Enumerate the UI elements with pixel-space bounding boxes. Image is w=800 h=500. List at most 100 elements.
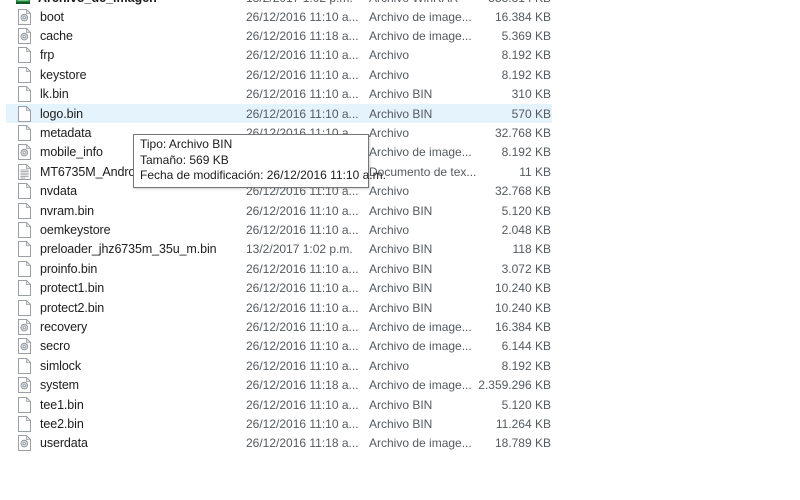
disc-image-icon <box>16 338 32 355</box>
file-date: 26/12/2016 11:10 a... <box>246 339 359 354</box>
table-row[interactable]: oemkeystore 26/12/2016 11:10 a... Archivo 2… <box>0 220 800 239</box>
tooltip-modified-line: Fecha de modificación: 26/12/2016 11:10 … <box>140 168 386 183</box>
table-row[interactable]: system 26/12/2016 11:18 a... Archivo de im… <box>0 375 800 394</box>
blank-file-icon <box>16 415 32 432</box>
file-size: 18.789 KB <box>494 436 551 451</box>
file-size: 11.264 KB <box>495 416 551 431</box>
file-name: tee2.bin <box>40 416 84 431</box>
file-name: secro <box>40 339 71 354</box>
table-row[interactable]: tee2.bin 26/12/2016 11:10 a... Archivo BIN… <box>0 414 800 433</box>
file-name: oemkeystore <box>40 222 111 237</box>
table-row[interactable]: userdata 26/12/2016 11:18 a... Archivo de … <box>0 434 800 453</box>
file-name: metadata <box>40 126 92 141</box>
file-size: 118 KB <box>512 242 551 257</box>
table-row[interactable]: tee1.bin 26/12/2016 11:10 a... Archivo BIN… <box>0 395 800 414</box>
disc-image-icon <box>16 8 32 25</box>
file-explorer-window: Archivo_de_imagen 13/2/2017 1:02 p.m. Ar… <box>0 0 800 500</box>
table-row[interactable]: logo.bin 26/12/2016 11:10 a... Archivo BIN… <box>0 103 800 124</box>
blank-file-icon <box>16 66 32 83</box>
blank-file-icon <box>16 280 32 297</box>
file-name: proinfo.bin <box>40 261 98 276</box>
table-row[interactable]: preloader_jhz6735m_35u_m.bin 13/2/2017 1:… <box>0 240 800 259</box>
file-size: 570 KB <box>511 106 551 121</box>
file-date: 26/12/2016 11:18 a... <box>246 378 359 393</box>
blank-file-icon <box>16 396 32 413</box>
file-date: 26/12/2016 11:10 a... <box>246 48 359 63</box>
file-size: 11 KB <box>519 164 551 179</box>
file-date: 26/12/2016 11:10 a... <box>246 106 359 121</box>
file-size: 310 KB <box>511 87 551 102</box>
disc-image-icon <box>16 318 32 335</box>
disc-image-icon <box>16 377 32 394</box>
table-row[interactable]: metadata26/12/2016 11:10 a...Archivo32.7… <box>0 123 800 142</box>
file-date: 26/12/2016 11:18 a... <box>246 29 359 44</box>
file-date: 13/2/2017 1:02 p.m. <box>246 242 353 257</box>
file-name: simlock <box>40 358 81 373</box>
file-type: Archivo <box>369 48 410 63</box>
file-date: 26/12/2016 11:10 a... <box>246 300 359 315</box>
file-date: 26/12/2016 11:10 a... <box>246 203 359 218</box>
file-date: 26/12/2016 11:18 a... <box>246 436 359 451</box>
tooltip-size-line: Tamaño: 569 KB <box>140 152 229 167</box>
blank-file-icon <box>16 183 32 200</box>
file-date: 26/12/2016 11:10 a... <box>246 9 359 24</box>
file-list[interactable]: boot 26/12/2016 11:10 a... Archivo de imag… <box>0 0 800 453</box>
blank-file-icon <box>16 202 32 219</box>
file-date: 26/12/2016 11:10 a... <box>246 319 359 334</box>
blank-file-icon <box>16 357 32 374</box>
table-row[interactable]: keystore 26/12/2016 11:10 a... Archivo 8.19… <box>0 65 800 84</box>
table-row[interactable]: frp 26/12/2016 11:10 a... Archivo 8.192 KB <box>0 46 800 65</box>
file-size: 3.072 KB <box>501 261 551 276</box>
file-size: 2.359.296 KB <box>478 378 551 393</box>
file-name: mobile_info <box>40 145 103 160</box>
file-type: Archivo <box>369 222 410 237</box>
file-name: nvdata <box>40 184 77 199</box>
file-type: Archivo <box>369 67 410 82</box>
file-size: 32.768 KB <box>494 126 551 141</box>
blank-file-icon <box>16 86 32 103</box>
table-row[interactable]: nvdata 26/12/2016 11:10 a... Archivo 32.768… <box>0 182 800 201</box>
table-row[interactable]: MT6735M_Android_26/12/2016 11:10 a...Doc… <box>0 162 800 181</box>
file-name: protect2.bin <box>40 300 105 315</box>
table-row[interactable]: simlock 26/12/2016 11:10 a... Archivo 8.192… <box>0 356 800 375</box>
file-name: recovery <box>40 319 88 334</box>
disc-image-icon <box>16 435 32 452</box>
file-type: Archivo <box>369 184 410 199</box>
file-size: 10.240 KB <box>494 281 551 296</box>
blank-file-icon <box>16 125 32 142</box>
file-date: 26/12/2016 11:10 a... <box>246 261 359 276</box>
file-type: Archivo <box>369 358 410 373</box>
table-row[interactable]: protect1.bin 26/12/2016 11:10 a... Archivo… <box>0 278 800 297</box>
blank-file-icon <box>16 260 32 277</box>
file-date: 26/12/2016 11:10 a... <box>246 416 359 431</box>
blank-file-icon <box>16 221 32 238</box>
text-document-icon <box>16 163 32 180</box>
file-size: 5.120 KB <box>501 397 551 412</box>
file-size: 8.192 KB <box>501 145 551 160</box>
table-row[interactable]: lk.bin 26/12/2016 11:10 a... Archivo BIN 31… <box>0 85 800 104</box>
file-size: 16.384 KB <box>494 319 551 334</box>
table-row[interactable]: proinfo.bin 26/12/2016 11:10 a... Archivo … <box>0 259 800 278</box>
table-row[interactable]: recovery 26/12/2016 11:10 a... Archivo de … <box>0 317 800 336</box>
table-row[interactable]: protect2.bin 26/12/2016 11:10 a... Archivo… <box>0 298 800 317</box>
file-size: 5.369 KB <box>501 29 551 44</box>
file-size: 32.768 KB <box>494 184 551 199</box>
file-date: 26/12/2016 11:10 a... <box>246 281 359 296</box>
file-type: Archivo <box>369 126 410 141</box>
file-name: keystore <box>40 67 87 82</box>
table-row[interactable]: mobile_info26/12/2016 11:10 a...Archivo … <box>0 143 800 162</box>
table-row[interactable]: nvram.bin 26/12/2016 11:10 a... Archivo BI… <box>0 201 800 220</box>
file-info-tooltip: Tipo: Archivo BIN Tamaño: 569 KB Fecha d… <box>133 134 386 188</box>
file-name: boot <box>40 9 64 24</box>
file-name: system <box>40 378 79 393</box>
file-date: 26/12/2016 11:10 a... <box>246 67 359 82</box>
file-size: 6.144 KB <box>501 339 551 354</box>
file-size: 8.192 KB <box>501 67 551 82</box>
file-date: 26/12/2016 11:10 a... <box>246 222 359 237</box>
file-size: 8.192 KB <box>501 358 551 373</box>
table-row[interactable]: cache 26/12/2016 11:18 a... Archivo de ima… <box>0 26 800 45</box>
file-size: 5.120 KB <box>501 203 551 218</box>
table-row[interactable]: secro 26/12/2016 11:10 a... Archivo de ima… <box>0 337 800 356</box>
table-row[interactable]: boot 26/12/2016 11:10 a... Archivo de imag… <box>0 7 800 26</box>
file-date: 26/12/2016 11:10 a... <box>246 358 359 373</box>
